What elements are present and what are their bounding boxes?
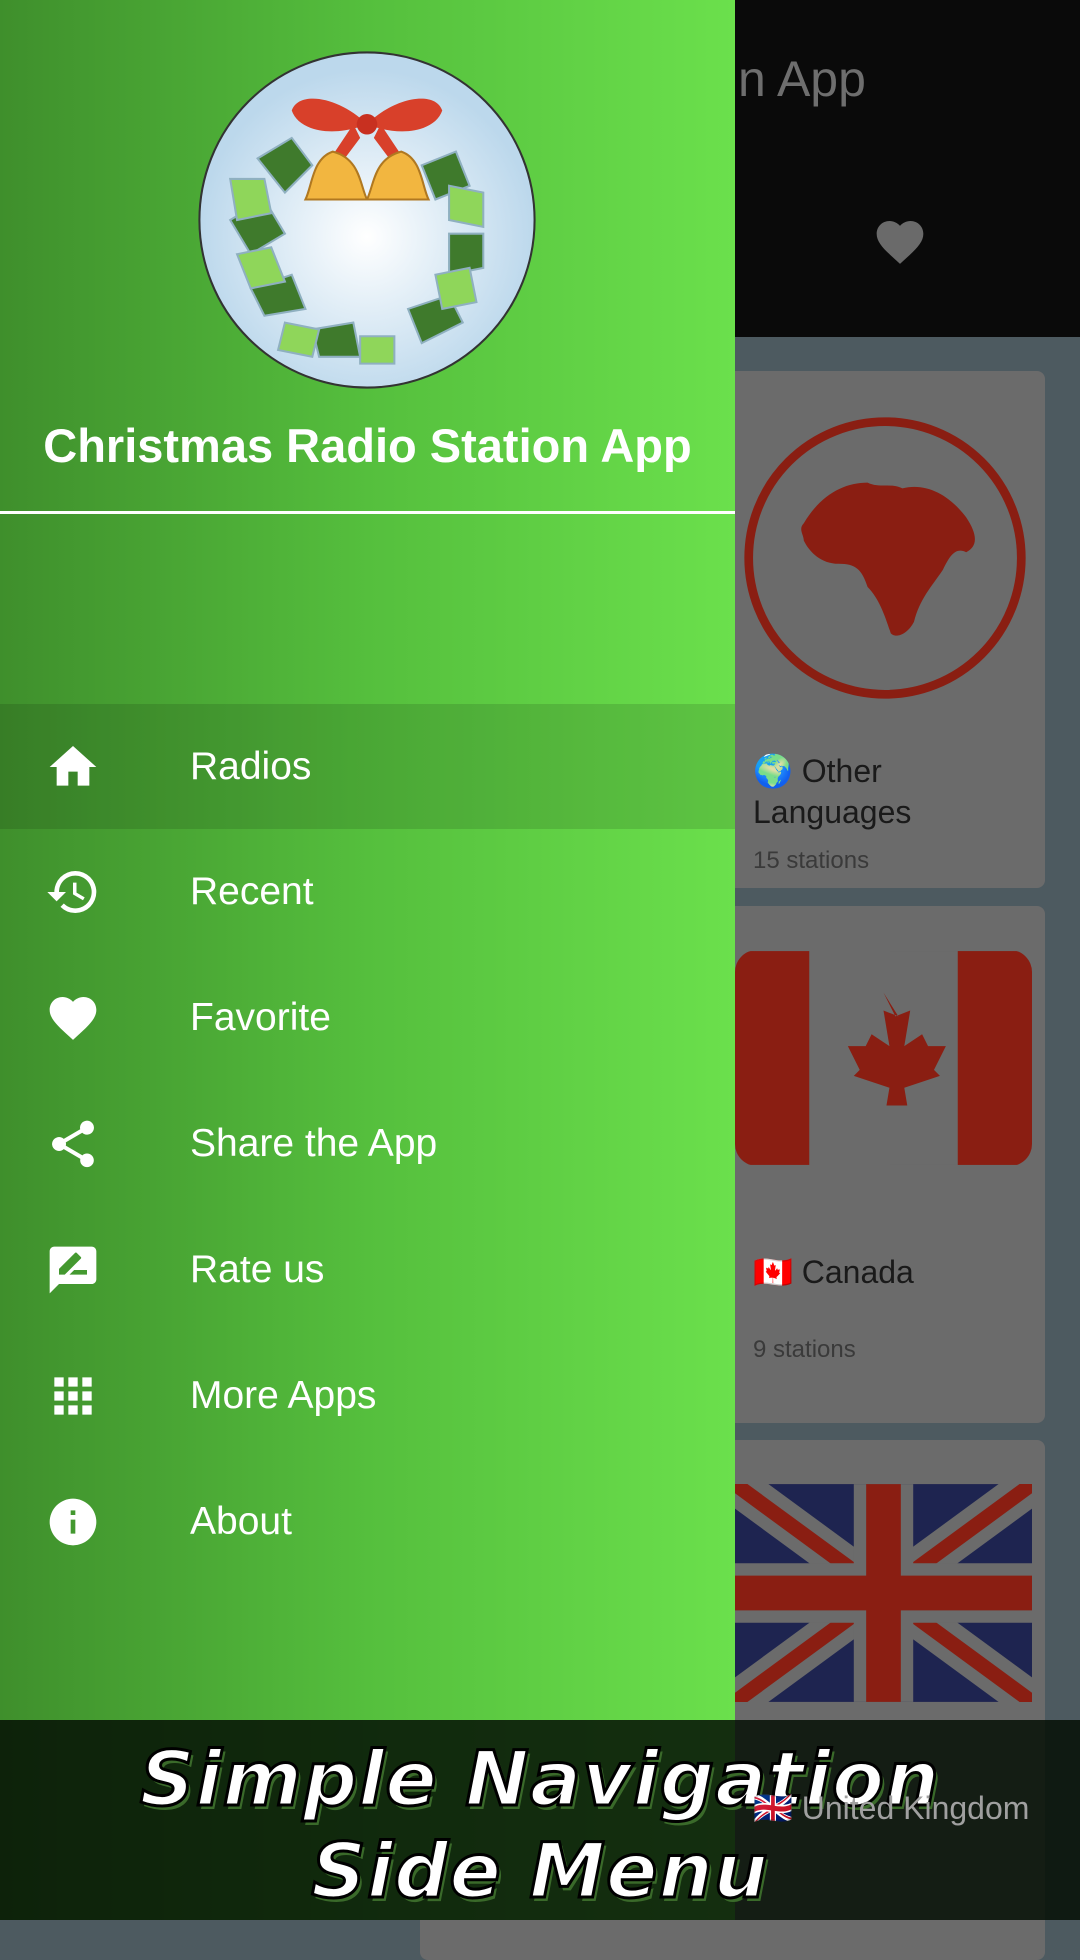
menu-item-label: Rate us	[190, 1247, 325, 1291]
info-icon	[49, 1498, 97, 1545]
menu-item-radios[interactable]: Radios	[0, 704, 735, 829]
rate-review-icon	[49, 1246, 97, 1293]
menu-item-label: About	[190, 1499, 292, 1543]
card-count: 9 stations	[753, 1336, 856, 1363]
card-label: United Kingdom	[801, 1790, 1030, 1826]
share-icon	[52, 1120, 94, 1167]
home-icon	[49, 745, 97, 786]
app-logo	[198, 51, 536, 389]
menu-item-label: Radios	[190, 744, 312, 788]
menu-item-more-apps[interactable]: More Apps	[0, 1333, 735, 1458]
menu-item-label: Recent	[190, 869, 314, 913]
card-label: Canada	[801, 1254, 914, 1290]
card-count: 15 stations	[753, 847, 870, 874]
menu-item-label: Favorite	[190, 995, 331, 1039]
menu-item-recent[interactable]: Recent	[0, 829, 735, 954]
menu-item-rate[interactable]: Rate us	[0, 1207, 735, 1332]
menu-item-favorite[interactable]: Favorite	[0, 955, 735, 1080]
divider	[0, 511, 735, 514]
navigation-drawer: Christmas Radio Station App Radios Recen…	[0, 0, 735, 1920]
history-icon	[47, 870, 97, 913]
apps-grid-icon	[54, 1376, 92, 1415]
heart-icon	[49, 996, 97, 1040]
canada-flag-image	[735, 951, 1032, 1165]
drawer-title: Christmas Radio Station App	[43, 419, 692, 472]
globe-image	[744, 417, 1026, 699]
menu-item-share[interactable]: Share the App	[0, 1081, 735, 1206]
menu-item-about[interactable]: About	[0, 1459, 735, 1584]
banner-line-2: Side Menu	[310, 1825, 770, 1917]
uk-flag-image	[735, 1484, 1032, 1702]
menu-item-label: More Apps	[190, 1373, 377, 1417]
app-title: n App	[738, 51, 866, 107]
menu-item-label: Share the App	[190, 1121, 438, 1165]
favorites-heart-icon[interactable]	[872, 214, 928, 270]
